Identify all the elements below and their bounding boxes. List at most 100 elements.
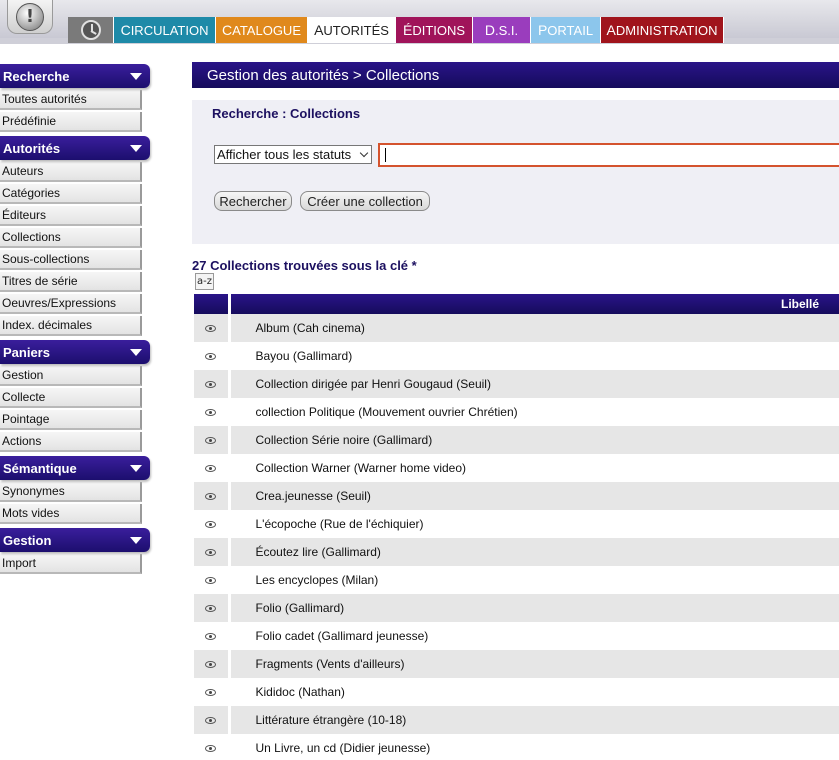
eye-icon[interactable] — [205, 745, 217, 753]
table-row[interactable]: Folio (Gallimard) — [194, 594, 839, 622]
view-cell — [194, 510, 231, 538]
tab-editions-label: DITIONS — [412, 22, 466, 38]
sidebar-item-collecte[interactable]: Collecte — [0, 388, 142, 408]
tab-editions[interactable]: É DITIONS — [396, 17, 473, 43]
collection-label[interactable]: collection Politique (Mouvement ouvrier … — [229, 398, 839, 426]
sidebar-item-mots-vides[interactable]: Mots vides — [0, 504, 142, 524]
eye-icon[interactable] — [205, 353, 217, 361]
eye-icon[interactable] — [205, 577, 217, 585]
tab-autorites[interactable]: A UTORITÉS — [308, 17, 396, 43]
collection-label[interactable]: L'écopoche (Rue de l'échiquier) — [229, 510, 839, 538]
eye-icon[interactable] — [205, 717, 217, 725]
chevron-down-icon — [359, 148, 369, 158]
table-row[interactable]: Folio cadet (Gallimard jeunesse) — [194, 622, 839, 650]
sidebar-section-autorites[interactable]: Autorités — [0, 136, 150, 160]
eye-icon[interactable] — [205, 325, 217, 333]
sidebar-item-oeuvres-expressions[interactable]: Oeuvres/Expressions — [0, 294, 142, 314]
tab-administration[interactable]: A DMINISTRATION — [601, 17, 724, 43]
sidebar-item-predefinie[interactable]: Prédéfinie — [0, 112, 142, 132]
table-row[interactable]: Bayou (Gallimard) — [194, 342, 839, 370]
tab-dsi[interactable]: D .S.I. — [473, 17, 531, 43]
eye-icon[interactable] — [205, 493, 217, 501]
sidebar-item-categories[interactable]: Catégories — [0, 184, 142, 204]
sidebar-item-sous-collections[interactable]: Sous-collections — [0, 250, 142, 270]
results-table: Libellé Album (Cah cinema) Bayou (Gallima… — [194, 294, 839, 760]
table-header-libelle[interactable]: Libellé — [229, 294, 839, 314]
tab-catalogue[interactable]: C ATALOGUE — [216, 17, 308, 43]
eye-icon[interactable] — [205, 689, 217, 697]
sidebar-item-toutes-autorites[interactable]: Toutes autorités — [0, 90, 142, 110]
eye-icon[interactable] — [205, 549, 217, 557]
sidebar-item-collections[interactable]: Collections — [0, 228, 142, 248]
table-row[interactable]: Kididoc (Nathan) — [194, 678, 839, 706]
table-row[interactable]: Les encyclopes (Milan) — [194, 566, 839, 594]
view-cell — [194, 706, 231, 734]
collection-label[interactable]: Album (Cah cinema) — [229, 314, 839, 342]
sort-az-icon[interactable]: a-z — [195, 273, 214, 290]
collection-label[interactable]: Littérature étrangère (10-18) — [229, 706, 839, 734]
search-input[interactable] — [378, 143, 839, 167]
tab-circulation[interactable]: C IRCULATION — [114, 17, 216, 43]
view-cell — [194, 370, 231, 398]
sidebar-item-gestion[interactable]: Gestion — [0, 366, 142, 386]
eye-icon[interactable] — [205, 633, 217, 641]
table-row[interactable]: Écoutez lire (Gallimard) — [194, 538, 839, 566]
collection-label[interactable]: Les encyclopes (Milan) — [229, 566, 839, 594]
search-button[interactable]: Rechercher — [214, 191, 292, 211]
tab-portail[interactable]: P ORTAIL — [531, 17, 601, 43]
collection-label[interactable]: Kididoc (Nathan) — [229, 678, 839, 706]
sidebar-section-paniers[interactable]: Paniers — [0, 340, 150, 364]
create-collection-button[interactable]: Créer une collection — [300, 191, 430, 211]
collection-label[interactable]: Folio (Gallimard) — [229, 594, 839, 622]
top-bar: ! C IRCULATION C ATALOGUE A UTORITÉS É DITIO… — [0, 0, 839, 44]
table-row[interactable]: Littérature étrangère (10-18) — [194, 706, 839, 734]
app-logo[interactable]: ! — [7, 0, 53, 34]
eye-icon[interactable] — [205, 521, 217, 529]
triangle-down-icon — [130, 537, 142, 544]
table-row[interactable]: Un Livre, un cd (Didier jeunesse) — [194, 734, 839, 760]
sidebar-item-index-decimales[interactable]: Index. décimales — [0, 316, 142, 336]
eye-icon[interactable] — [205, 465, 217, 473]
exclamation-icon: ! — [16, 2, 44, 31]
eye-icon[interactable] — [205, 605, 217, 613]
collection-label[interactable]: Un Livre, un cd (Didier jeunesse) — [229, 734, 839, 760]
collection-label[interactable]: Écoutez lire (Gallimard) — [229, 538, 839, 566]
tab-administration-label: DMINISTRATION — [615, 22, 718, 38]
collection-label[interactable]: Collection Série noire (Gallimard) — [229, 426, 839, 454]
sidebar-section-recherche[interactable]: Recherche — [0, 64, 150, 88]
collection-label[interactable]: Folio cadet (Gallimard jeunesse) — [229, 622, 839, 650]
table-row[interactable]: Fragments (Vents d'ailleurs) — [194, 650, 839, 678]
sidebar-section-title: Paniers — [3, 344, 50, 360]
table-row[interactable]: Collection Warner (Warner home video) — [194, 454, 839, 482]
sidebar-item-titres-de-serie[interactable]: Titres de série — [0, 272, 142, 292]
table-row[interactable]: Collection Série noire (Gallimard) — [194, 426, 839, 454]
sidebar-item-auteurs[interactable]: Auteurs — [0, 162, 142, 182]
main-content: Gestion des autorités > Collections Rech… — [192, 62, 839, 760]
collection-label[interactable]: Collection Warner (Warner home video) — [229, 454, 839, 482]
table-row[interactable]: collection Politique (Mouvement ouvrier … — [194, 398, 839, 426]
sidebar-section-gestion[interactable]: Gestion — [0, 528, 150, 552]
sidebar-item-synonymes[interactable]: Synonymes — [0, 482, 142, 502]
collection-label[interactable]: Fragments (Vents d'ailleurs) — [229, 650, 839, 678]
sidebar-item-pointage[interactable]: Pointage — [0, 410, 142, 430]
tab-dashboard[interactable] — [68, 17, 114, 43]
collection-label[interactable]: Bayou (Gallimard) — [229, 342, 839, 370]
eye-icon[interactable] — [205, 661, 217, 669]
tab-autorites-label: UTORITÉS — [323, 22, 389, 38]
sidebar-section-semantique[interactable]: Sémantique — [0, 456, 150, 480]
table-row[interactable]: L'écopoche (Rue de l'échiquier) — [194, 510, 839, 538]
eye-icon[interactable] — [205, 409, 217, 417]
collection-label[interactable]: Crea.jeunesse (Seuil) — [229, 482, 839, 510]
sidebar-item-actions[interactable]: Actions — [0, 432, 142, 452]
sidebar-item-import[interactable]: Import — [0, 554, 142, 574]
table-row[interactable]: Crea.jeunesse (Seuil) — [194, 482, 839, 510]
tab-administration-cap: A — [606, 22, 616, 38]
eye-icon[interactable] — [205, 381, 217, 389]
table-row[interactable]: Collection dirigée par Henri Gougaud (Se… — [194, 370, 839, 398]
status-select[interactable]: Afficher tous les statuts — [214, 145, 372, 164]
search-panel: Recherche : Collections Afficher tous le… — [192, 100, 839, 244]
sidebar-item-editeurs[interactable]: Éditeurs — [0, 206, 142, 226]
collection-label[interactable]: Collection dirigée par Henri Gougaud (Se… — [229, 370, 839, 398]
table-row[interactable]: Album (Cah cinema) — [194, 314, 839, 342]
eye-icon[interactable] — [205, 437, 217, 445]
